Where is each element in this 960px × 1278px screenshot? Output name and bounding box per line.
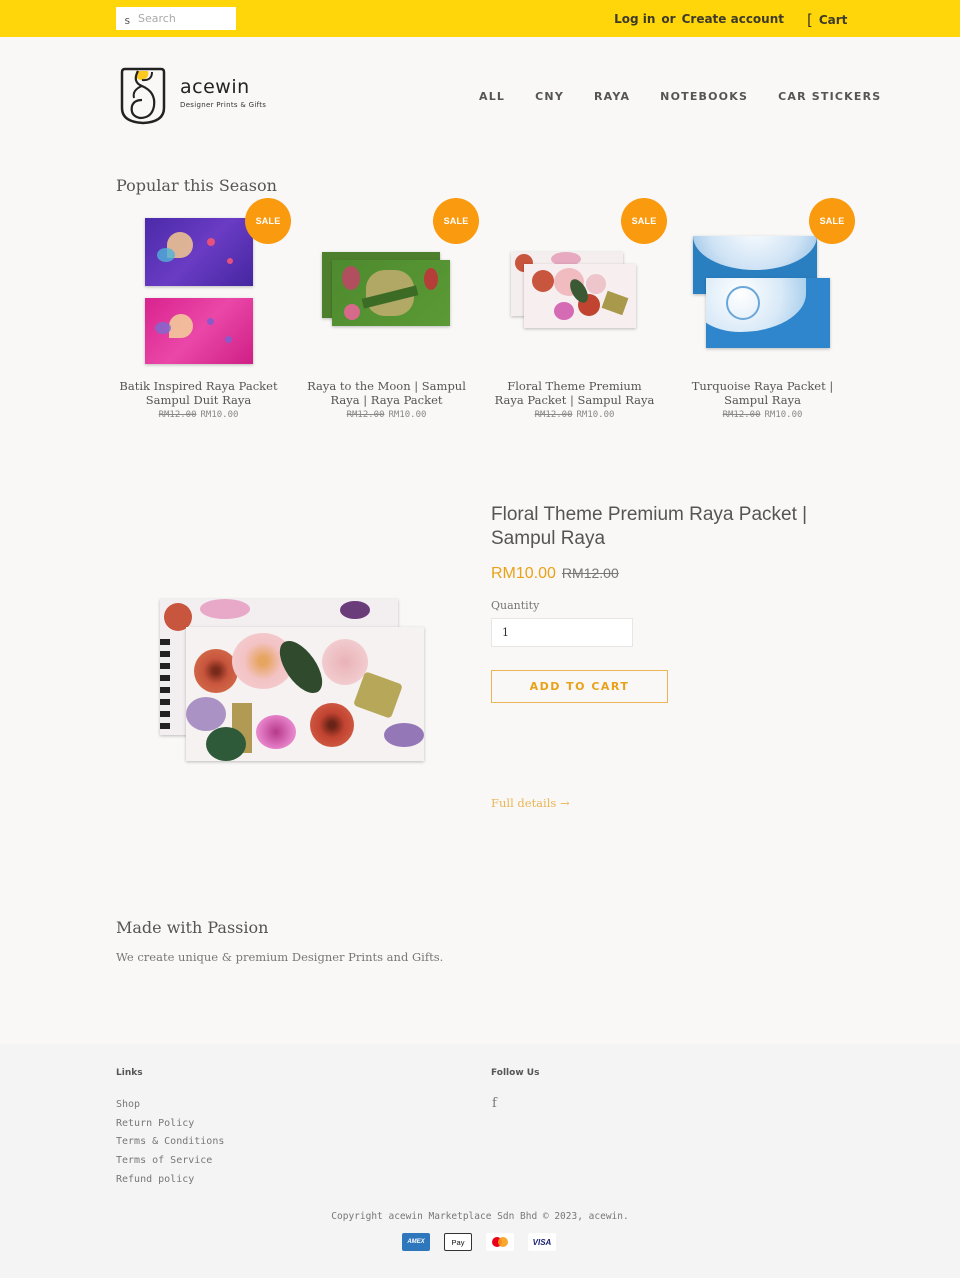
product-card[interactable]: SALE Raya to the Moon | Sampul Raya | Ra… bbox=[304, 198, 479, 420]
amex-icon: AMEX bbox=[402, 1233, 430, 1251]
or-text: or bbox=[661, 12, 676, 26]
cart-icon: [ bbox=[807, 11, 813, 29]
apple-pay-icon: Pay bbox=[444, 1233, 472, 1251]
product-title: Raya to the Moon | Sampul Raya | Raya Pa… bbox=[307, 379, 466, 407]
product-title: Batik Inspired Raya Packet Sampul Duit R… bbox=[119, 379, 278, 407]
visa-icon: VISA bbox=[528, 1233, 556, 1251]
mastercard-icon bbox=[486, 1233, 514, 1251]
sale-badge: SALE bbox=[245, 198, 291, 244]
product-price: RM12.00 RM10.00 bbox=[680, 410, 845, 420]
nav-all[interactable]: ALL bbox=[479, 90, 505, 103]
purple-packet bbox=[145, 218, 253, 286]
sale-badge: SALE bbox=[433, 198, 479, 244]
logo-tagline: Designer Prints & Gifts bbox=[180, 101, 267, 109]
blue-packet-front bbox=[706, 278, 830, 348]
nav-raya[interactable]: RAYA bbox=[594, 90, 630, 103]
nav-car-stickers[interactable]: CAR STICKERS bbox=[778, 90, 881, 103]
was-price: RM12.00 bbox=[158, 410, 197, 420]
quantity-input[interactable] bbox=[491, 618, 633, 647]
product-image: SALE bbox=[304, 198, 479, 373]
was-price: RM12.00 bbox=[722, 410, 761, 420]
add-to-cart-button[interactable]: ADD TO CART bbox=[491, 670, 668, 703]
product-price: RM10.00 RM12.00 bbox=[491, 565, 619, 583]
top-bar: s Log in or Create account [ Cart bbox=[0, 0, 960, 37]
passion-title: Made with Passion bbox=[116, 918, 269, 937]
account-links: Log in or Create account bbox=[614, 12, 784, 26]
product-price: RM12.00 RM10.00 bbox=[492, 410, 657, 420]
product-image: SALE bbox=[492, 198, 667, 373]
logo-mark-icon bbox=[120, 67, 166, 125]
green-packet-front bbox=[332, 260, 450, 326]
product-title: Floral Theme Premium Raya Packet | Sampu… bbox=[491, 504, 808, 549]
footer-link-shop[interactable]: Shop bbox=[116, 1099, 140, 1110]
cart-label: Cart bbox=[818, 13, 848, 27]
sale-price: RM10.00 bbox=[388, 410, 427, 420]
footer-link-return-policy[interactable]: Return Policy bbox=[116, 1118, 194, 1129]
search-input[interactable] bbox=[138, 7, 234, 30]
featured-product-image[interactable] bbox=[158, 597, 426, 763]
sale-price: RM10.00 bbox=[200, 410, 239, 420]
pink-packet bbox=[145, 298, 253, 364]
copyright: Copyright acewin Marketplace Sdn Bhd © 2… bbox=[331, 1211, 629, 1222]
full-details-link[interactable]: Full details → bbox=[491, 796, 570, 810]
product-card[interactable]: SALE Turquoise Raya Packet | Sampul Raya… bbox=[680, 198, 855, 420]
footer-links: Shop Return Policy Terms & Conditions Te… bbox=[116, 1094, 224, 1187]
footer: Links Shop Return Policy Terms & Conditi… bbox=[0, 1044, 960, 1278]
sale-price: RM10.00 bbox=[491, 565, 556, 582]
was-price: RM12.00 bbox=[561, 565, 619, 581]
sale-price: RM10.00 bbox=[576, 410, 615, 420]
follow-heading: Follow Us bbox=[491, 1068, 540, 1078]
was-price: RM12.00 bbox=[534, 410, 573, 420]
product-price: RM12.00 RM10.00 bbox=[116, 410, 281, 420]
footer-link-terms-of-service[interactable]: Terms of Service bbox=[116, 1155, 212, 1166]
footer-link-terms-conditions[interactable]: Terms & Conditions bbox=[116, 1136, 224, 1147]
sale-badge: SALE bbox=[809, 198, 855, 244]
product-card[interactable]: SALE Floral Theme Premium Raya Packet | … bbox=[492, 198, 667, 420]
login-link[interactable]: Log in bbox=[614, 12, 655, 26]
search-icon[interactable]: s bbox=[124, 15, 131, 26]
popular-section-title: Popular this Season bbox=[116, 176, 277, 195]
product-card[interactable]: SALE Batik Inspired Raya Packet Sampul D… bbox=[116, 198, 291, 420]
product-price: RM12.00 RM10.00 bbox=[304, 410, 469, 420]
cart-link[interactable]: [ Cart bbox=[807, 10, 848, 29]
floral-packet-front bbox=[524, 264, 636, 328]
search-box: s bbox=[116, 7, 236, 30]
nav-notebooks[interactable]: NOTEBOOKS bbox=[660, 90, 748, 103]
footer-link-refund-policy[interactable]: Refund policy bbox=[116, 1174, 194, 1185]
logo-text: acewin bbox=[180, 76, 250, 98]
was-price: RM12.00 bbox=[346, 410, 385, 420]
product-image: SALE bbox=[680, 198, 855, 373]
product-grid: SALE Batik Inspired Raya Packet Sampul D… bbox=[116, 198, 855, 438]
nav-cny[interactable]: CNY bbox=[535, 90, 564, 103]
product-image: SALE bbox=[116, 198, 291, 373]
sale-price: RM10.00 bbox=[764, 410, 803, 420]
links-heading: Links bbox=[116, 1068, 143, 1078]
main-nav: ALL CNY RAYA NOTEBOOKS CAR STICKERS bbox=[479, 90, 881, 103]
product-title: Floral Theme Premium Raya Packet | Sampu… bbox=[494, 379, 655, 407]
passion-text: We create unique & premium Designer Prin… bbox=[116, 950, 444, 964]
sale-badge: SALE bbox=[621, 198, 667, 244]
product-title: Turquoise Raya Packet | Sampul Raya bbox=[691, 379, 834, 407]
payment-icons: AMEX Pay VISA bbox=[402, 1233, 556, 1251]
floral-packet-front bbox=[186, 627, 424, 761]
quantity-label: Quantity bbox=[491, 599, 540, 612]
create-account-link[interactable]: Create account bbox=[682, 12, 784, 26]
logo[interactable]: acewin Designer Prints & Gifts bbox=[118, 66, 288, 126]
facebook-icon[interactable]: f bbox=[492, 1096, 497, 1111]
